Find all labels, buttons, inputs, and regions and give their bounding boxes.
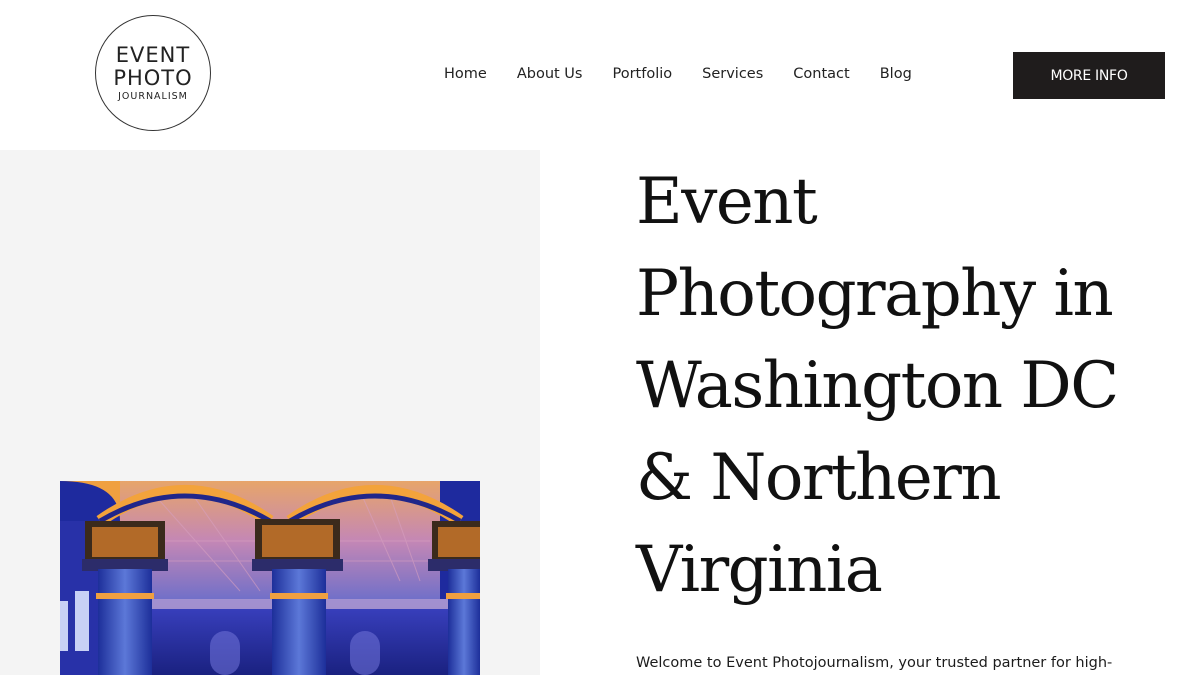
logo-line-event: EVENT <box>115 42 191 67</box>
nav-blog[interactable]: Blog <box>880 64 912 84</box>
logo-line-journalism: JOURNALISM <box>118 90 188 102</box>
nav-contact[interactable]: Contact <box>793 64 849 84</box>
more-info-button[interactable]: MORE INFO <box>1013 52 1165 99</box>
site-header: EVENT PHOTO JOURNALISM Home About Us Por… <box>0 0 1200 150</box>
hero-title: Event Photography in Washington DC & Nor… <box>636 165 1119 607</box>
nav-services[interactable]: Services <box>702 64 763 84</box>
hero-intro-text: Welcome to Event Photojournalism, your t… <box>636 655 1113 671</box>
site-logo[interactable]: EVENT PHOTO JOURNALISM <box>95 15 211 131</box>
main-nav: Home About Us Portfolio Services Contact… <box>444 64 912 84</box>
nav-about-us[interactable]: About Us <box>517 64 583 84</box>
nav-home[interactable]: Home <box>444 64 487 84</box>
hero-photo <box>60 481 480 675</box>
nav-portfolio[interactable]: Portfolio <box>612 64 672 84</box>
logo-line-photo: PHOTO <box>113 65 193 90</box>
